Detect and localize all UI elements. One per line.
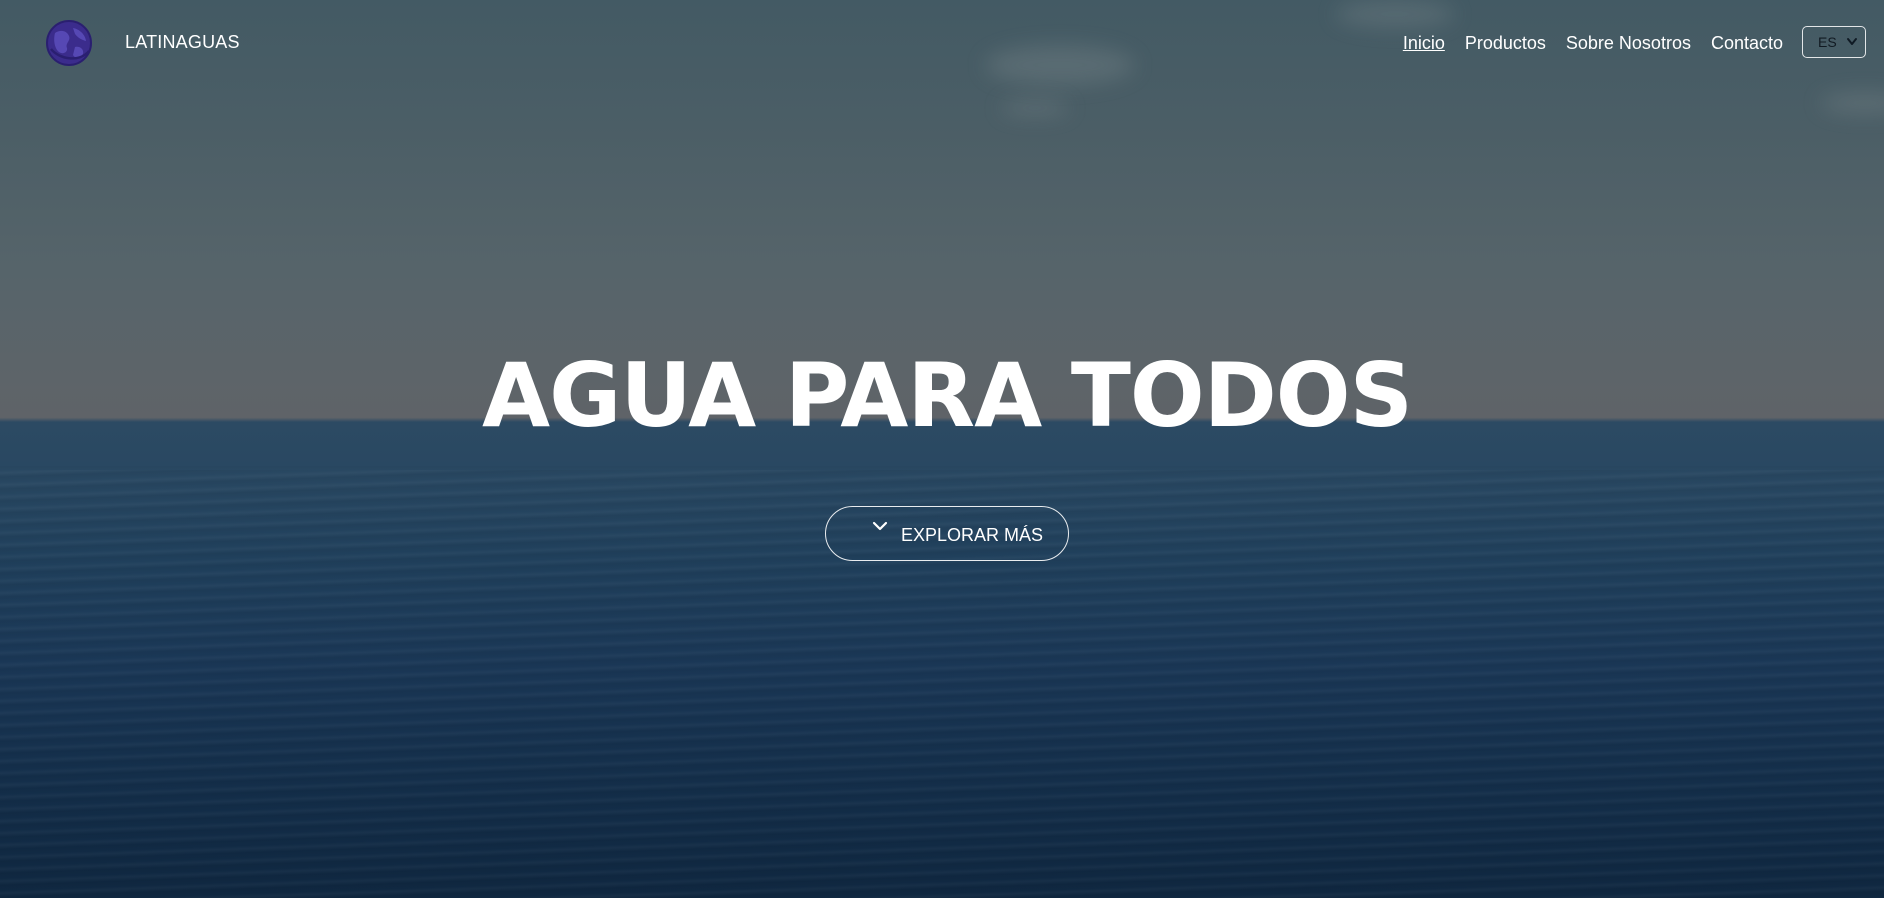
nav-menu: Inicio Productos Sobre Nosotros Contacto	[1403, 33, 1783, 54]
navbar: LATINAGUAS Inicio Productos Sobre Nosotr…	[0, 0, 1884, 88]
explore-more-button[interactable]: EXPLORAR MÁS	[825, 506, 1069, 561]
nav-link-sobre-nosotros[interactable]: Sobre Nosotros	[1566, 33, 1691, 54]
brand-name[interactable]: LATINAGUAS	[125, 32, 240, 53]
nav-link-productos[interactable]: Productos	[1465, 33, 1546, 54]
language-value: ES	[1818, 34, 1837, 50]
nav-link-inicio[interactable]: Inicio	[1403, 33, 1445, 54]
hero-section: LATINAGUAS Inicio Productos Sobre Nosotr…	[0, 0, 1884, 898]
cloud	[1000, 100, 1070, 116]
cloud	[1820, 92, 1884, 114]
language-select[interactable]: ES	[1802, 26, 1866, 58]
chevron-down-icon	[1847, 38, 1857, 45]
globe-icon[interactable]	[45, 19, 93, 67]
hero-title: AGUA PARA TODOS	[482, 344, 1413, 447]
nav-link-contacto[interactable]: Contacto	[1711, 33, 1783, 54]
chevron-down-icon	[872, 521, 888, 531]
explore-more-label: EXPLORAR MÁS	[901, 525, 1044, 545]
